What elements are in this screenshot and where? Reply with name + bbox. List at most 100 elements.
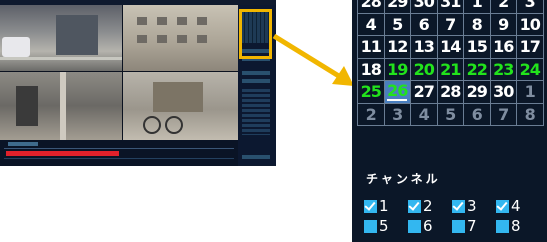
calendar-day[interactable]: 29 (384, 0, 411, 14)
calendar-day[interactable]: 24 (517, 58, 544, 81)
checkbox-checked-icon[interactable] (408, 200, 421, 213)
channel-checkbox-7[interactable]: 7 (452, 219, 477, 234)
calendar-day[interactable]: 23 (490, 58, 517, 81)
calendar-day[interactable]: 2 (358, 103, 385, 126)
calendar-day[interactable]: 1 (517, 81, 544, 104)
camera-view-4[interactable] (123, 72, 238, 140)
camera-view-2[interactable] (123, 5, 238, 71)
calendar-day-number: 26 (387, 80, 408, 101)
channel-checkbox-1[interactable]: 1 (364, 199, 389, 214)
calendar-day-number: 25 (360, 82, 382, 102)
calendar-day[interactable]: 11 (358, 36, 385, 59)
calendar-day[interactable]: 25 (358, 81, 385, 104)
calendar-day-number: 9 (498, 14, 509, 34)
calendar-day-number: 3 (524, 0, 536, 12)
camera-view-3[interactable] (0, 72, 122, 140)
calendar-day[interactable]: 31 (437, 0, 464, 14)
calendar-day-number: 7 (498, 104, 509, 124)
calendar-day-number: 28 (440, 82, 461, 102)
checkbox-checked-icon[interactable] (364, 200, 377, 213)
calendar-day[interactable]: 27 (411, 81, 438, 104)
calendar-day[interactable]: 6 (464, 103, 491, 126)
calendar-day[interactable]: 9 (490, 13, 517, 36)
mini-control[interactable] (242, 79, 270, 83)
calendar-day-selected[interactable]: 26 (384, 80, 411, 104)
recorded-segment[interactable] (6, 151, 119, 156)
calendar-day-number: 2 (365, 104, 377, 124)
calendar-day[interactable]: 28 (358, 0, 385, 14)
calendar-day-number: 12 (387, 37, 408, 57)
calendar-day[interactable]: 4 (358, 13, 385, 36)
calendar-day[interactable]: 10 (517, 13, 544, 36)
mini-channel-list[interactable] (242, 89, 270, 135)
calendar-day[interactable]: 3 (384, 103, 411, 126)
calendar-day-number: 22 (466, 59, 488, 79)
mini-button[interactable] (242, 155, 270, 159)
highlight-box (239, 9, 272, 59)
dvr-playback-screenshot (0, 0, 276, 166)
calendar-day[interactable]: 22 (464, 58, 491, 81)
calendar-day[interactable]: 4 (411, 103, 438, 126)
checkbox-checked-icon[interactable] (452, 200, 465, 213)
channel-checkbox-6[interactable]: 6 (408, 219, 433, 234)
timeline[interactable] (0, 140, 238, 166)
calendar-day-number: 23 (493, 59, 514, 79)
calendar-day[interactable]: 21 (437, 58, 464, 81)
calendar-day-number: 10 (519, 14, 541, 34)
calendar-day[interactable]: 12 (384, 36, 411, 59)
camera-view-1[interactable] (0, 5, 122, 71)
calendar-day[interactable]: 13 (411, 36, 438, 59)
calendar-day[interactable]: 7 (490, 103, 517, 126)
calendar-day[interactable]: 6 (411, 13, 438, 36)
calendar-day-number: 3 (392, 104, 403, 124)
calendar-day[interactable]: 1 (464, 0, 491, 14)
timeline-label (8, 142, 38, 146)
calendar-day[interactable]: 5 (437, 103, 464, 126)
calendar-day[interactable]: 17 (517, 36, 544, 59)
calendar-day[interactable]: 7 (437, 13, 464, 36)
window (177, 35, 187, 43)
calendar-day[interactable]: 5 (384, 13, 411, 36)
channel-checkbox-2[interactable]: 2 (408, 199, 433, 214)
calendar-day-number: 29 (466, 82, 488, 102)
calendar-day[interactable]: 3 (517, 0, 544, 14)
timeline-row (4, 158, 234, 159)
calendar-day[interactable]: 30 (490, 81, 517, 104)
calendar-day[interactable]: 19 (384, 58, 411, 81)
calendar-day-number: 11 (360, 37, 382, 57)
calendar-day[interactable]: 16 (490, 36, 517, 59)
calendar-day[interactable]: 8 (464, 13, 491, 36)
calendar-day[interactable]: 14 (437, 36, 464, 59)
checkbox-checked-icon[interactable] (496, 200, 509, 213)
checkbox-unchecked-icon[interactable] (496, 220, 509, 233)
channel-number: 6 (423, 217, 433, 235)
window (137, 17, 147, 25)
calendar-day-number: 17 (519, 37, 541, 57)
channel-checkbox-5[interactable]: 5 (364, 219, 389, 234)
channel-checkbox-3[interactable]: 3 (452, 199, 477, 214)
camera-grid (0, 5, 238, 140)
calendar-day-number: 1 (524, 82, 536, 102)
calendar-day[interactable]: 2 (490, 0, 517, 14)
calendar-day-number: 30 (493, 82, 514, 102)
channel-checkbox-8[interactable]: 8 (496, 219, 521, 234)
checkbox-unchecked-icon[interactable] (364, 220, 377, 233)
pole (60, 72, 66, 140)
calendar-day-number: 4 (418, 104, 430, 124)
channel-checkbox-4[interactable]: 4 (496, 199, 521, 214)
calendar-day[interactable]: 30 (411, 0, 438, 14)
mini-control[interactable] (242, 71, 270, 75)
calendar-day[interactable]: 20 (411, 58, 438, 81)
channel-number: 8 (511, 217, 521, 235)
parked-car (2, 37, 30, 57)
calendar-day[interactable]: 28 (437, 81, 464, 104)
calendar-day[interactable]: 29 (464, 81, 491, 104)
calendar-day[interactable]: 8 (517, 103, 544, 126)
checkbox-unchecked-icon[interactable] (452, 220, 465, 233)
calendar-day[interactable]: 15 (464, 36, 491, 59)
calendar-day-number: 5 (445, 104, 456, 124)
calendar-day[interactable]: 18 (358, 58, 385, 81)
calendar-day-number: 4 (365, 14, 377, 34)
checkbox-unchecked-icon[interactable] (408, 220, 421, 233)
timeline-ticks (4, 148, 234, 149)
